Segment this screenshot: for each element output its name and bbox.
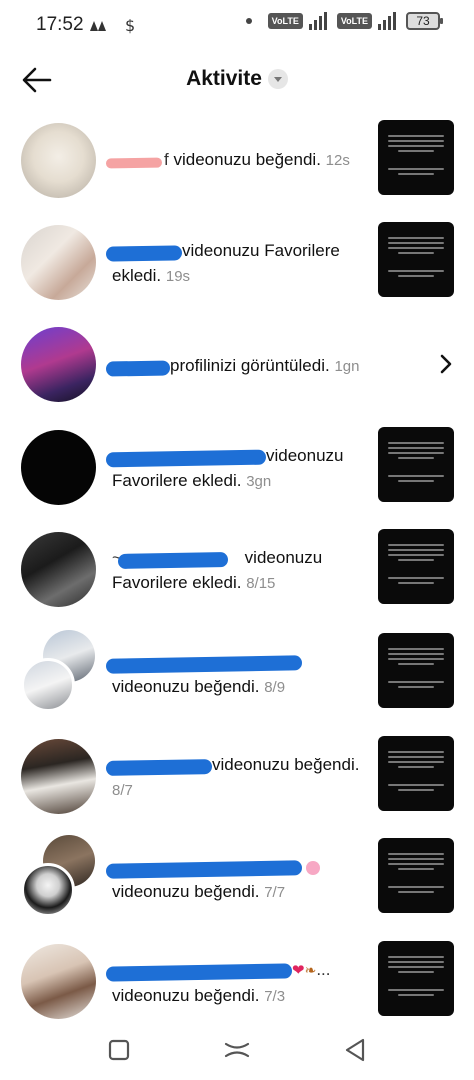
username[interactable]: ❤❧... — [105, 960, 330, 982]
video-thumbnail[interactable] — [378, 941, 454, 1016]
activity-text: profilinizi görüntüledi. 1gn — [105, 353, 392, 379]
volte-badge-2: VoLTE — [336, 13, 372, 29]
video-thumbnail[interactable] — [378, 736, 454, 811]
activity-action: videonuzu beğendi. — [112, 882, 260, 901]
video-thumbnail[interactable] — [378, 427, 454, 502]
username[interactable] — [105, 857, 320, 879]
username[interactable] — [105, 652, 303, 674]
username[interactable] — [105, 356, 171, 377]
activity-time: 1gn — [334, 358, 360, 375]
square-icon — [108, 1039, 130, 1061]
video-thumbnail[interactable] — [378, 529, 454, 604]
header: Aktivite — [0, 55, 474, 105]
page-title: Aktivite — [186, 67, 262, 90]
avatar[interactable] — [21, 225, 96, 300]
video-thumbnail[interactable] — [378, 633, 454, 708]
signal-icon-2 — [378, 12, 396, 30]
avatar[interactable] — [21, 944, 96, 1019]
home-button[interactable] — [222, 1035, 252, 1065]
heart-icon: ❤ — [292, 962, 305, 979]
activity-text: videonuzu Favorilere ekledi. 3gn — [105, 443, 362, 494]
activity-time: 12s — [325, 152, 350, 169]
activity-time: 8/15 — [246, 575, 276, 592]
activity-text: videonuzu beğendi. 8/7 — [105, 752, 362, 803]
video-thumbnail[interactable] — [378, 838, 454, 913]
activity-time: 19s — [165, 268, 191, 285]
chevron-right-icon[interactable] — [438, 353, 454, 375]
activity-row[interactable]: videonuzu Favorilere ekledi. 3gn — [0, 427, 474, 533]
activity-text: videonuzu Favorilere ekledi. 19s — [105, 238, 362, 289]
activity-text: ~ videonuzu Favorilere ekledi. 8/15 — [112, 545, 362, 596]
activity-time: 7/7 — [264, 884, 286, 901]
caret-down-icon — [267, 68, 288, 89]
title-dropdown[interactable]: Aktivite — [0, 67, 474, 91]
activity-row[interactable]: f videonuzu beğendi. 12s — [0, 120, 474, 226]
triangle-back-icon — [345, 1038, 365, 1062]
avatar — [21, 863, 75, 917]
avatar[interactable] — [21, 327, 96, 402]
activity-time: 7/3 — [264, 988, 286, 1005]
activity-text: videonuzu beğendi. 8/9 — [105, 649, 362, 700]
username[interactable] — [105, 755, 213, 776]
avatar[interactable] — [21, 123, 96, 198]
svg-text:$: $ — [125, 16, 137, 34]
activity-row[interactable]: profilinizi görüntüledi. 1gn — [0, 327, 474, 430]
activity-row[interactable]: videonuzu beğendi. 8/7 — [0, 736, 474, 842]
activity-text: f videonuzu beğendi. 12s — [105, 147, 362, 173]
activity-action: profilinizi görüntüledi. — [170, 356, 330, 375]
activity-action: videonuzu beğendi. — [112, 677, 260, 696]
avatar[interactable] — [21, 430, 96, 505]
activity-action: videonuzu beğendi. — [212, 755, 360, 774]
notification-icons: $ — [88, 14, 137, 35]
dollar-icon: $ — [125, 16, 137, 35]
dot-icon — [245, 18, 252, 24]
activity-row[interactable]: videonuzu beğendi. 8/9 — [0, 630, 474, 739]
activity-time: 3gn — [246, 473, 272, 490]
battery-icon: 73 — [406, 12, 443, 30]
activity-action: videonuzu beğendi. — [173, 150, 321, 169]
avatar[interactable] — [21, 739, 96, 814]
activity-text: videonuzu beğendi. 7/7 — [105, 854, 362, 905]
recents-button[interactable] — [104, 1035, 134, 1065]
username[interactable]: f — [105, 150, 169, 169]
flower-icon — [306, 860, 320, 875]
status-bar: 17:52 $ VoLTE VoLTE 73 — [0, 0, 474, 48]
volte-badge: VoLTE — [267, 13, 303, 29]
username[interactable] — [105, 446, 267, 468]
activity-row[interactable]: videonuzu beğendi. 7/7 — [0, 835, 474, 944]
home-gesture-icon — [224, 1042, 250, 1058]
video-thumbnail[interactable] — [378, 120, 454, 195]
video-thumbnail[interactable] — [378, 222, 454, 297]
avatar[interactable] — [21, 532, 96, 607]
avatar-group[interactable] — [21, 835, 96, 917]
activity-row[interactable]: videonuzu Favorilere ekledi. 19s — [0, 222, 474, 328]
signal-icon — [308, 12, 327, 30]
signal-transfer-icon — [90, 20, 106, 31]
activity-time: 8/9 — [264, 679, 286, 696]
username[interactable]: ~ — [112, 548, 240, 569]
system-nav-bar — [0, 1025, 474, 1080]
back-nav-button[interactable] — [340, 1035, 370, 1065]
avatar-group[interactable] — [21, 630, 96, 712]
activity-row[interactable]: ~ videonuzu Favorilere ekledi. 8/15 — [0, 529, 474, 635]
activity-text: ❤❧... videonuzu beğendi. 7/3 — [105, 957, 362, 1009]
status-time: 17:52 — [36, 14, 84, 35]
avatar — [21, 658, 75, 712]
activity-time: 8/7 — [112, 782, 133, 799]
butterfly-icon: ❧ — [304, 962, 317, 978]
activity-action: videonuzu beğendi. — [112, 986, 260, 1005]
username[interactable] — [105, 241, 183, 262]
